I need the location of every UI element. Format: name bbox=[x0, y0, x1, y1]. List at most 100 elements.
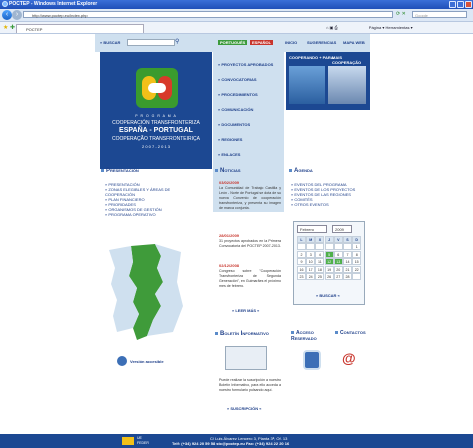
weekday-X: X bbox=[315, 236, 325, 243]
promo-title-left: COOPERANDO + PARA bbox=[289, 55, 334, 60]
banner-line1: COOPERACIÓN TRANSFRONTERIZA bbox=[112, 120, 200, 126]
close-icon[interactable] bbox=[465, 1, 472, 8]
calendar-day[interactable]: 25 bbox=[315, 273, 325, 280]
news-text-2[interactable]: 31 proyectos aprobados en la Primera Con… bbox=[219, 239, 281, 249]
calendar-day[interactable]: 27 bbox=[333, 273, 343, 280]
calendar-day[interactable]: 17 bbox=[306, 265, 316, 273]
menu-comunicacion[interactable]: » COMUNICACIÓN bbox=[213, 103, 284, 117]
favorites-star-icon[interactable]: ★ bbox=[3, 24, 8, 31]
promo-photo-people bbox=[328, 66, 366, 104]
calendar-day[interactable]: 9 bbox=[297, 258, 306, 266]
promo-title-right: MAIS COOPERAÇÃO bbox=[332, 55, 362, 65]
calendar-day[interactable]: 3 bbox=[306, 250, 316, 258]
maximize-icon[interactable] bbox=[457, 1, 464, 8]
calendar-empty-cell bbox=[315, 243, 325, 251]
promo-banner[interactable]: COOPERANDO + PARA MAIS COOPERAÇÃO bbox=[286, 52, 370, 110]
calendar-day[interactable]: 7 bbox=[343, 250, 352, 258]
lang-portugues-button[interactable]: PORTUGUÊS bbox=[218, 40, 248, 45]
calendar-day[interactable]: 19 bbox=[324, 265, 334, 273]
year-select[interactable]: 2009 bbox=[332, 225, 352, 233]
calendar-day[interactable]: 26 bbox=[324, 273, 334, 280]
link-sugerencias[interactable]: SUGERENCIAS bbox=[307, 40, 336, 45]
calendar-day[interactable]: 14 bbox=[343, 258, 352, 266]
web-page: » BUSCAR ⚲ PORTUGUÊS ESPAÑOL INICIO SUGE… bbox=[95, 34, 370, 448]
email-at-icon[interactable]: @ bbox=[342, 350, 356, 366]
weekday-D: D bbox=[352, 236, 362, 243]
menu-regiones[interactable]: » REGIONES bbox=[213, 133, 284, 147]
calendar-day[interactable]: 24 bbox=[306, 273, 316, 280]
calendar-empty-cell bbox=[343, 243, 352, 251]
accessible-version-link[interactable]: Versión accesible bbox=[130, 359, 164, 364]
border-map[interactable] bbox=[103, 242, 185, 342]
menu-enlaces[interactable]: » ENLACES bbox=[213, 148, 284, 162]
calendar-day[interactable]: 18 bbox=[315, 265, 325, 273]
back-icon[interactable]: ‹ bbox=[2, 10, 12, 20]
address-bar: ‹ › http://www.poctep.eu/index.php ⟳ ✕ G… bbox=[0, 9, 473, 22]
url-field[interactable]: http://www.poctep.eu/index.php bbox=[23, 11, 393, 18]
calendar-day[interactable]: 22 bbox=[352, 265, 362, 273]
agenda-calendar: Febrero 2009 L M X J V S D 1 2 3 4 5 6 7 8 9 10 11 12 13 14 1… bbox=[293, 221, 365, 305]
add-favorite-icon[interactable]: ✚ bbox=[10, 24, 15, 31]
top-band: » BUSCAR ⚲ PORTUGUÊS ESPAÑOL INICIO SUGE… bbox=[95, 34, 370, 52]
calendar-day[interactable]: 4 bbox=[315, 250, 325, 258]
contactos-heading: Contactos bbox=[335, 330, 366, 336]
eu-flag-icon bbox=[122, 437, 134, 445]
newsletter-icon[interactable] bbox=[225, 346, 267, 370]
refresh-icon[interactable]: ⟳ ✕ bbox=[396, 11, 408, 18]
news-date-3: 02/12/2008 bbox=[219, 263, 240, 268]
calendar-day[interactable]: 2 bbox=[297, 250, 306, 258]
link-inicio[interactable]: INICIO bbox=[285, 40, 297, 45]
calendar-day[interactable]: 16 bbox=[297, 265, 306, 273]
eu-label: UE bbox=[137, 436, 142, 440]
search-icon[interactable]: ⚲ bbox=[175, 38, 179, 45]
news-text-1[interactable]: La Comunidad de Trabajo Castilla y León … bbox=[219, 186, 281, 211]
minimize-icon[interactable] bbox=[449, 1, 456, 8]
forward-icon[interactable]: › bbox=[12, 10, 22, 20]
boletin-heading: Boletín Informativo bbox=[215, 331, 269, 337]
browser-search-input[interactable]: Google bbox=[412, 11, 467, 18]
print-icon[interactable]: ⎙ bbox=[334, 25, 337, 30]
program-banner: P R O G R A M A COOPERACIÓN TRANSFRONTER… bbox=[100, 52, 212, 169]
menu-procedimientos[interactable]: » PROCEDIMIENTOS bbox=[213, 88, 284, 102]
menu-documentos[interactable]: » DOCUMENTOS bbox=[213, 118, 284, 132]
suscripcion-link[interactable]: » SUSCRIPCIÓN « bbox=[227, 406, 261, 411]
calendar-day[interactable]: 13 bbox=[333, 258, 343, 266]
site-search-input[interactable] bbox=[127, 39, 175, 46]
lock-icon[interactable] bbox=[303, 350, 321, 370]
home-icon[interactable]: ⌂ bbox=[326, 25, 328, 30]
programa-operativo-link[interactable]: » PROGRAMA OPERATIVO bbox=[105, 212, 156, 217]
weekday-J: J bbox=[324, 236, 334, 243]
calendar-day[interactable]: 6 bbox=[333, 250, 343, 258]
accessibility-icon[interactable] bbox=[117, 356, 127, 366]
window-title: POCTEP - Windows Internet Explorer bbox=[9, 1, 98, 7]
calendar-day[interactable]: 5 bbox=[324, 250, 334, 258]
calendar-empty-cell bbox=[306, 243, 316, 251]
menu-convocatorias[interactable]: » CONVOCATORIAS bbox=[213, 73, 284, 87]
calendar-day[interactable]: 20 bbox=[333, 265, 343, 273]
calendar-day[interactable]: 21 bbox=[343, 265, 352, 273]
agenda-heading: Agenda bbox=[289, 168, 313, 174]
calendar-day[interactable]: 11 bbox=[315, 258, 325, 266]
feeds-icon[interactable]: ▣ bbox=[330, 25, 334, 30]
menu-proyectos-aprobados[interactable]: » PROYECTOS APROBADOS bbox=[213, 58, 284, 72]
page-menu[interactable]: Página ▾ Herramientas ▾ bbox=[369, 25, 413, 30]
calendar-day[interactable]: 12 bbox=[324, 258, 334, 266]
agenda-otros-eventos[interactable]: » OTROS EVENTOS bbox=[291, 202, 329, 207]
calendar-day[interactable]: 10 bbox=[306, 258, 316, 266]
presentacion-heading: Presentación bbox=[101, 168, 139, 174]
read-more-link[interactable]: » LEER MÁS « bbox=[232, 308, 259, 313]
calendar-day[interactable]: 8 bbox=[352, 250, 362, 258]
news-text-3[interactable]: Congreso sobre "Cooperación Transfronter… bbox=[219, 269, 281, 289]
news-date-2: 28/01/2009 bbox=[219, 233, 240, 238]
calendar-day[interactable]: 28 bbox=[343, 273, 352, 280]
calendar-day[interactable]: 1 bbox=[352, 243, 362, 251]
calendar-day[interactable]: 23 bbox=[297, 273, 306, 280]
month-select[interactable]: Febrero bbox=[297, 225, 327, 233]
lang-espanol-button[interactable]: ESPAÑOL bbox=[250, 40, 274, 45]
feder-label: FEDER bbox=[137, 441, 149, 445]
tab-poctep[interactable]: POCTEP bbox=[16, 24, 144, 33]
acceso-reservado-heading: Acceso Reservado bbox=[291, 330, 317, 342]
calendar-day[interactable]: 15 bbox=[352, 258, 362, 266]
calendar-search-button[interactable]: » BUSCAR « bbox=[316, 293, 340, 298]
link-mapa-web[interactable]: MAPA WEB bbox=[343, 40, 365, 45]
